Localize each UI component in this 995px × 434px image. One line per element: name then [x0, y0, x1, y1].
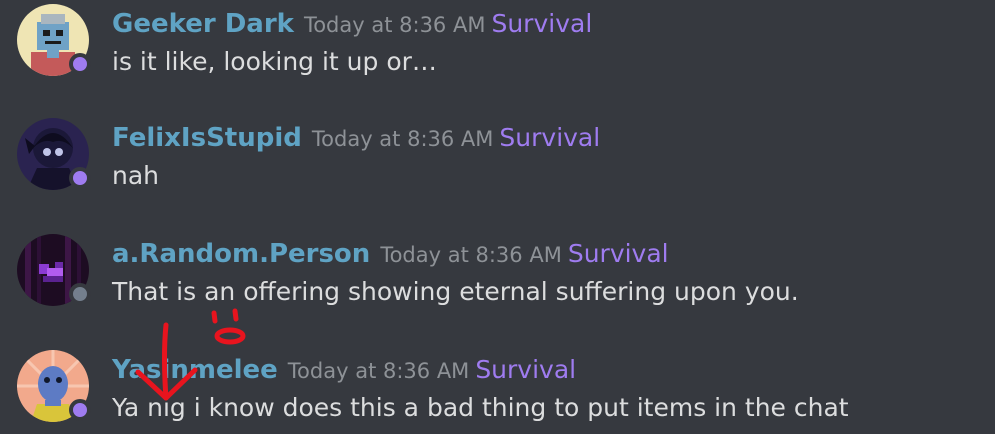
role-tag: Survival — [499, 123, 601, 152]
timestamp: Today at 8:36 AM — [303, 13, 486, 37]
message-header: Geeker Dark Today at 8:36 AM Survival — [112, 4, 592, 47]
message-header: FelixIsStupid Today at 8:36 AM Survival — [112, 118, 600, 161]
message-content: nah — [112, 161, 160, 190]
doodle-eye — [211, 310, 218, 324]
role-tag: Survival — [567, 239, 669, 268]
message-content: Ya nig i know does this a bad thing to p… — [112, 393, 849, 422]
status-indicator — [69, 167, 91, 189]
username[interactable]: Geeker Dark — [112, 9, 294, 39]
role-tag: Survival — [491, 9, 593, 38]
message-item: Yasinmelee Today at 8:36 AM Survival Ya ni… — [0, 350, 995, 430]
doodle-mouth — [214, 327, 246, 345]
avatar[interactable] — [17, 350, 91, 422]
status-indicator — [69, 283, 91, 305]
timestamp: Today at 8:36 AM — [287, 359, 470, 383]
status-indicator — [69, 399, 91, 421]
timestamp: Today at 8:36 AM — [311, 127, 494, 151]
status-indicator — [69, 53, 91, 75]
timestamp: Today at 8:36 AM — [380, 243, 562, 267]
message-header: a.Random.Person Today at 8:36 AM Survival — [112, 234, 669, 277]
username[interactable]: FelixIsStupid — [112, 123, 302, 153]
message-content: is it like, looking it up or… — [112, 47, 437, 76]
message-item: Geeker Dark Today at 8:36 AM Survival is i… — [0, 4, 995, 84]
message-item: FelixIsStupid Today at 8:36 AM Survival na… — [0, 118, 995, 198]
message-item: a.Random.Person Today at 8:36 AM Survival … — [0, 234, 995, 314]
avatar[interactable] — [17, 4, 91, 76]
avatar[interactable] — [17, 234, 91, 306]
message-content: That is an offering showing eternal suff… — [112, 277, 799, 306]
message-header: Yasinmelee Today at 8:36 AM Survival — [112, 350, 576, 393]
role-tag: Survival — [475, 355, 577, 384]
username[interactable]: Yasinmelee — [112, 355, 278, 385]
username[interactable]: a.Random.Person — [112, 239, 370, 269]
avatar[interactable] — [17, 118, 91, 190]
